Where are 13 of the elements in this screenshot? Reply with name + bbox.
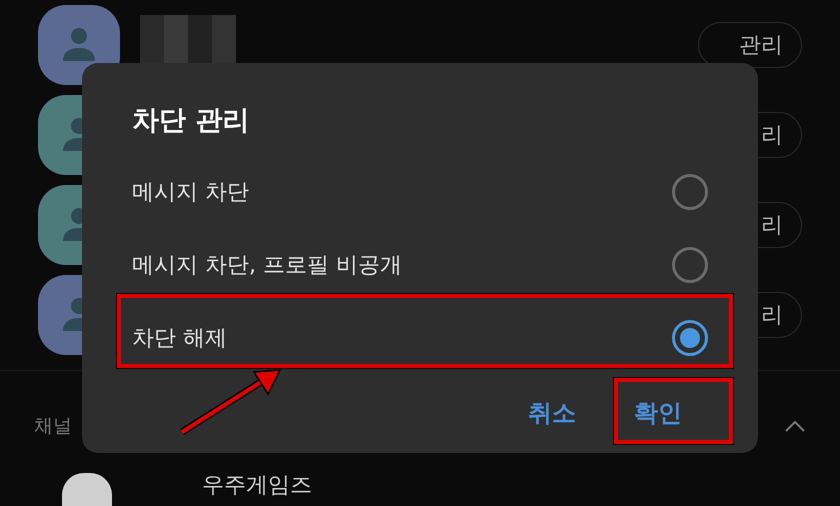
- channel-name: 우주게임즈: [202, 473, 312, 499]
- section-title: 채널: [34, 414, 72, 439]
- avatar: [62, 473, 112, 506]
- radio-button[interactable]: [672, 174, 708, 210]
- radio-button[interactable]: [672, 320, 708, 356]
- chevron-icon[interactable]: [784, 419, 806, 433]
- dialog-title: 차단 관리: [132, 104, 250, 138]
- radio-option[interactable]: 메시지 차단: [132, 156, 708, 228]
- dialog-button[interactable]: 취소: [528, 394, 576, 430]
- radio-option[interactable]: 메시지 차단, 프로필 비공개: [132, 228, 708, 302]
- radio-option[interactable]: 차단 해제: [132, 302, 708, 374]
- dialog-button[interactable]: 확인: [634, 394, 682, 430]
- radio-button[interactable]: [672, 247, 708, 283]
